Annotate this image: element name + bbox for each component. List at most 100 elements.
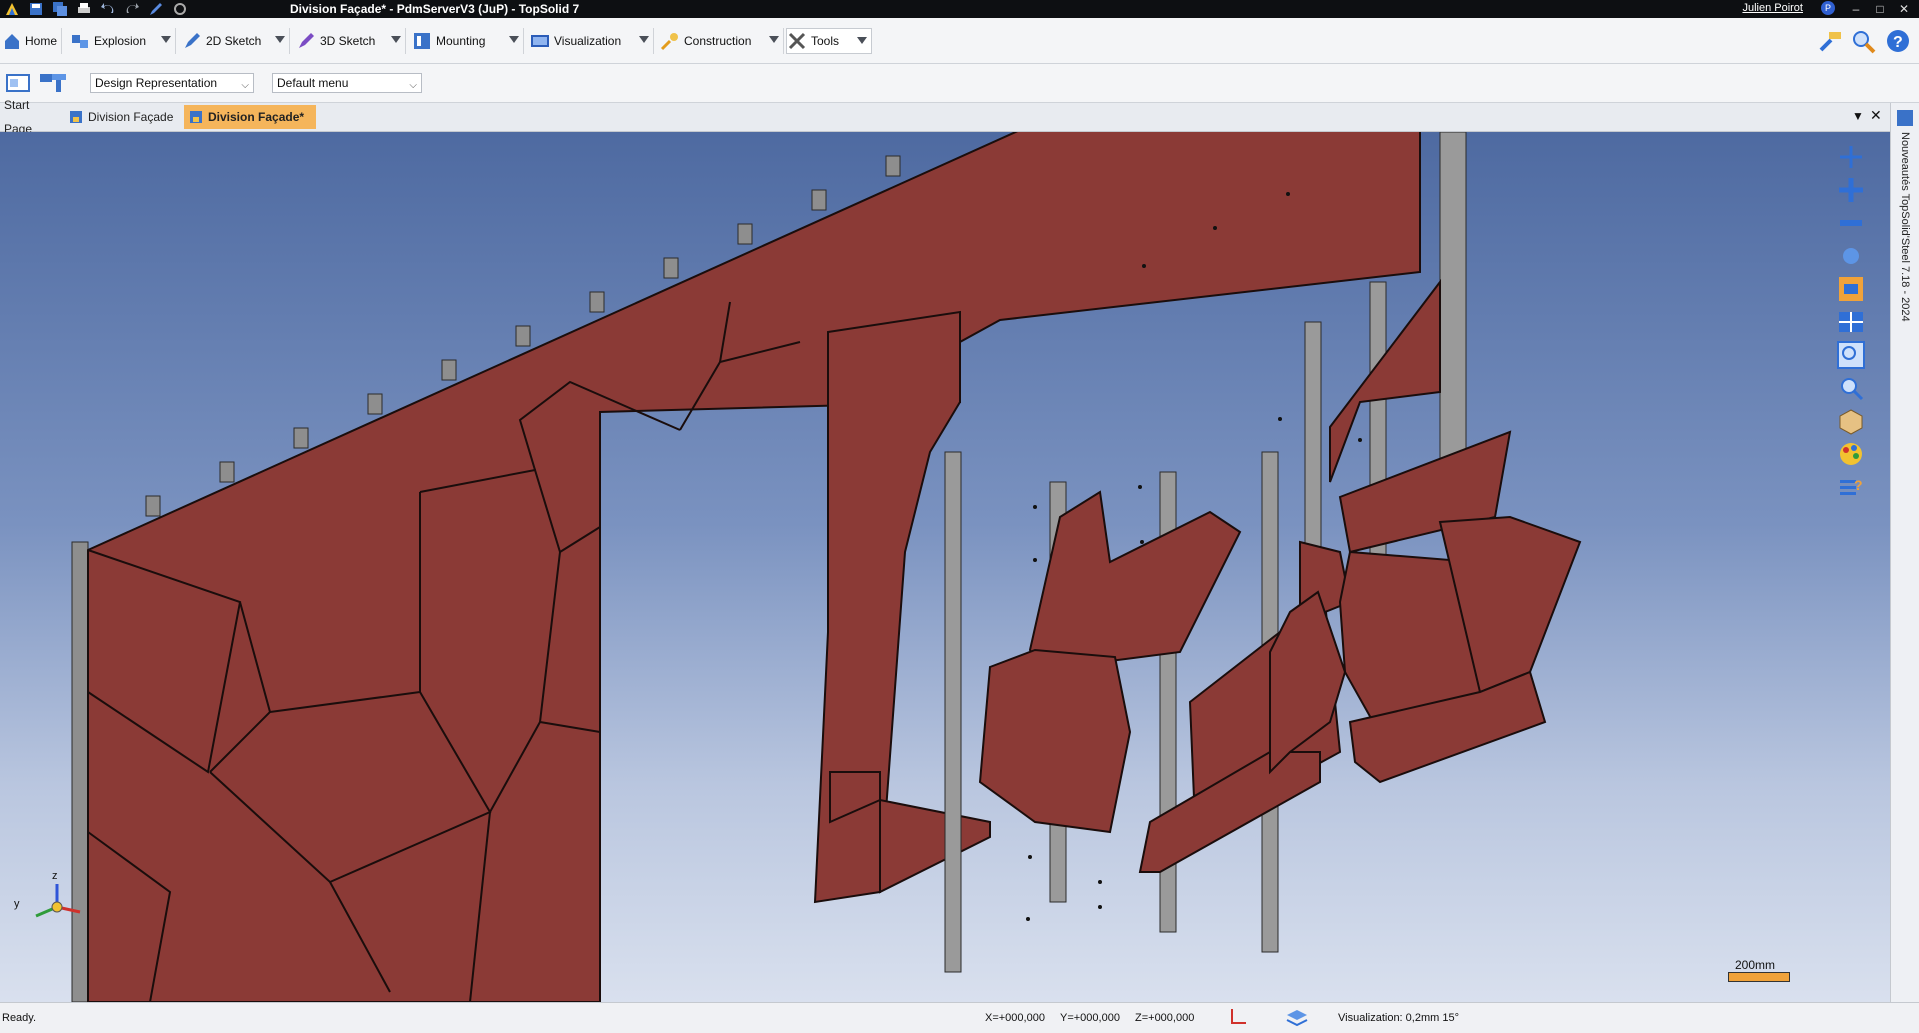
move-icon[interactable] — [1836, 175, 1866, 205]
chevron-down-icon[interactable] — [391, 36, 401, 43]
construction-icon — [660, 33, 678, 51]
menu-value: Default menu — [277, 76, 349, 90]
tab-construction[interactable]: Construction — [660, 28, 784, 54]
chevron-down-icon[interactable] — [857, 37, 867, 44]
tab-2d-sketch-label: 2D Sketch — [206, 34, 262, 48]
tab-start-page[interactable]: Start Page — [0, 98, 58, 136]
secondary-toolbar: Design Representation ⌵ Default menu ⌵ — [0, 64, 1919, 103]
undo-icon[interactable] — [98, 0, 118, 18]
news-icon[interactable] — [1895, 108, 1915, 128]
close-document-icon[interactable]: ✕ — [1870, 107, 1882, 124]
mounting-icon — [414, 33, 430, 49]
scale-bar — [1728, 972, 1790, 982]
tab-construction-label: Construction — [684, 34, 752, 48]
coord-x: X=+000,000 — [985, 1012, 1045, 1024]
refresh-icon[interactable] — [170, 0, 190, 18]
menu-select[interactable]: Default menu ⌵ — [272, 73, 422, 93]
tab-visualization[interactable]: Visualization — [530, 28, 654, 54]
tab-explosion-label: Explosion — [94, 34, 147, 48]
tab-tools-label: Tools — [811, 34, 840, 48]
coord-z: Z=+000,000 — [1135, 1012, 1195, 1024]
save-icon[interactable] — [26, 0, 46, 18]
tools-icon — [788, 32, 806, 50]
document-tabs: Start Page Division Façade Division Faça… — [0, 98, 1890, 136]
visualization-icon — [531, 35, 549, 47]
app-logo-icon[interactable] — [2, 0, 22, 18]
zoom-window-icon[interactable] — [1836, 340, 1866, 370]
panel-2 — [978, 648, 1132, 834]
coord-y: Y=+000,000 — [1060, 1012, 1120, 1024]
help-icon[interactable]: ? — [1884, 28, 1912, 54]
cube-view-icon[interactable] — [1836, 406, 1866, 436]
tab-division-facade-label: Division Façade — [88, 110, 174, 124]
measure-icon[interactable] — [1836, 208, 1866, 238]
chevron-down-icon[interactable] — [769, 36, 779, 43]
help-list-icon[interactable]: ? — [1836, 472, 1866, 502]
chevron-down-icon: ⌵ — [241, 80, 249, 91]
axis-y-label: y — [14, 898, 20, 910]
palette-icon[interactable] — [1836, 439, 1866, 469]
plus-icon[interactable] — [1836, 142, 1866, 172]
chevron-down-icon[interactable] — [509, 36, 519, 43]
axis-z-label: z — [52, 870, 58, 882]
tab-explosion[interactable]: Explosion — [70, 28, 176, 54]
save-all-icon[interactable] — [50, 0, 70, 18]
visualization-status: Visualization: 0,2mm 15° — [1338, 1012, 1459, 1024]
home-icon — [5, 34, 19, 49]
search-icon[interactable] — [1850, 28, 1878, 54]
quick-access-toolbar — [2, 0, 190, 18]
chevron-down-icon[interactable] — [275, 36, 285, 43]
status-bar: Ready. X=+000,000 Y=+000,000 Z=+000,000 … — [0, 1002, 1919, 1033]
chevron-down-icon[interactable] — [639, 36, 649, 43]
scale-label: 200mm — [1735, 958, 1776, 972]
side-panel-title[interactable]: Nouveautés TopSolid'Steel 7.18 - 2024 — [1899, 132, 1911, 322]
svg-text:?: ? — [1854, 477, 1863, 493]
status-text: Ready. — [2, 1012, 37, 1024]
explosion-icon — [72, 35, 88, 48]
3d-viewport[interactable]: z y 200mm ? — [0, 132, 1890, 1002]
tab-division-facade-active-label: Division Façade* — [208, 110, 305, 124]
tab-home[interactable]: Home — [2, 28, 62, 54]
maximize-button[interactable]: □ — [1869, 0, 1891, 18]
representation-select[interactable]: Design Representation ⌵ — [90, 73, 254, 93]
redo-icon[interactable] — [122, 0, 142, 18]
panel-1 — [1028, 490, 1242, 672]
zoom-icon[interactable] — [1836, 373, 1866, 403]
user-badge[interactable]: P — [1821, 1, 1835, 15]
sketch-3d-icon — [299, 33, 314, 48]
tab-3d-sketch-label: 3D Sketch — [320, 34, 376, 48]
svg-text:?: ? — [1893, 34, 1903, 51]
section-icon[interactable] — [1836, 274, 1866, 304]
layers-icon[interactable] — [1285, 1007, 1309, 1027]
tab-division-facade[interactable]: Division Façade — [64, 105, 182, 129]
window-title: Division Façade* - PdmServerV3 (JuP) - T… — [290, 2, 580, 16]
pen-icon[interactable] — [146, 0, 166, 18]
view-tools-column: ? — [1836, 142, 1870, 505]
tab-mounting-label: Mounting — [436, 34, 486, 48]
chevron-down-icon: ⌵ — [409, 80, 417, 91]
tab-home-label: Home — [24, 34, 57, 48]
orbit-icon[interactable] — [1836, 241, 1866, 271]
user-name-link[interactable]: Julien Poirot — [1742, 2, 1803, 14]
document-icon — [190, 111, 202, 123]
representation-value: Design Representation — [95, 76, 218, 90]
model-scene — [35, 132, 1582, 1002]
coordinate-system-icon[interactable] — [1228, 1007, 1248, 1027]
tab-division-facade-active[interactable]: Division Façade* — [184, 105, 316, 129]
hammer-icon[interactable] — [1817, 28, 1845, 54]
sketch-2d-icon — [185, 33, 200, 48]
document-icon — [70, 111, 82, 123]
ribbon: Home Explosion 2D Sketch 3D Sketch Mount… — [0, 18, 1919, 64]
tab-visualization-label: Visualization — [554, 34, 622, 48]
tab-tools[interactable]: Tools — [786, 28, 872, 54]
tab-3d-sketch[interactable]: 3D Sketch — [296, 28, 406, 54]
close-button[interactable]: ✕ — [1893, 0, 1915, 18]
print-icon[interactable] — [74, 0, 94, 18]
chevron-down-icon[interactable] — [161, 36, 171, 43]
title-bar: Division Façade* - PdmServerV3 (JuP) - T… — [0, 0, 1919, 18]
minimize-button[interactable]: – — [1845, 0, 1867, 18]
tab-list-icon[interactable]: ▼ — [1852, 109, 1864, 123]
layout-icon[interactable] — [1836, 307, 1866, 337]
tab-mounting[interactable]: Mounting — [412, 28, 524, 54]
tab-2d-sketch[interactable]: 2D Sketch — [182, 28, 290, 54]
